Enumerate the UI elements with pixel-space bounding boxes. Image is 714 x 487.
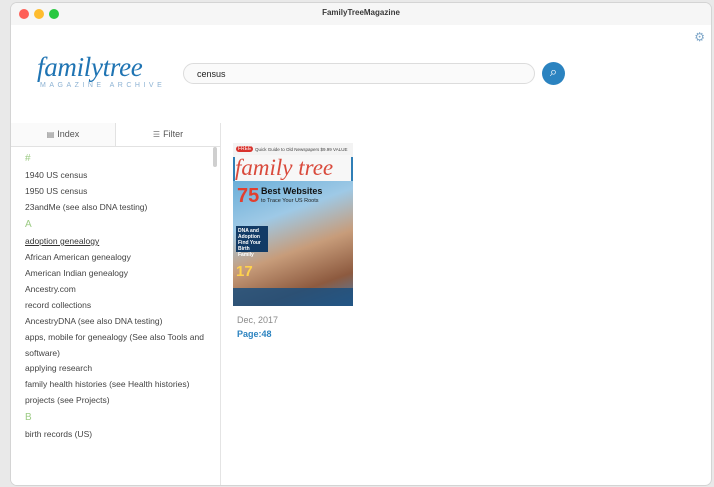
search-icon: ⌕ (549, 65, 558, 80)
index-entry[interactable]: 1950 US census (25, 184, 205, 200)
cover-number: 75 (237, 185, 260, 207)
search-input[interactable]: census (183, 63, 535, 84)
index-entry[interactable]: apps, mobile for genealogy (See also Too… (25, 330, 205, 361)
index-entry[interactable]: Ancestry.com (25, 282, 205, 298)
cover-footer (233, 288, 353, 306)
cover-dna-box: DNA and Adoption Find Your Birth Family (236, 226, 268, 258)
app-header: ⚙ familytree MAGAZINE ARCHIVE census ⌕ (11, 25, 711, 123)
cover-free-badge: FREE (236, 146, 254, 152)
cover-subhead: to Trace Your US Roots (261, 198, 319, 204)
tab-index[interactable]: ▤ Index (11, 123, 116, 146)
index-entry[interactable]: applying research (25, 361, 205, 377)
sidebar-scrollbar[interactable] (213, 147, 217, 167)
cover-number-17: 17 (236, 263, 253, 280)
index-letter-hash: # (25, 153, 31, 164)
title-bar: FamilyTreeMagazine (11, 3, 711, 26)
index-entry[interactable]: African American genealogy (25, 250, 205, 266)
tab-filter-label: Filter (163, 129, 184, 139)
index-entry[interactable]: 23andMe (see also DNA testing) (25, 200, 205, 216)
index-sidebar: ▤ Index ☰ Filter # 1940 US census 1950 US … (11, 123, 221, 485)
index-entry[interactable]: birth records (US) (25, 427, 205, 443)
logo-subtitle: MAGAZINE ARCHIVE (40, 82, 166, 89)
magazine-cover[interactable]: FREE Quick Guide to Old Newspapers $9.99… (233, 143, 353, 306)
index-letter-a: A (25, 219, 32, 230)
app-window: FamilyTreeMagazine ⚙ familytree MAGAZINE… (11, 3, 711, 485)
list-icon: ▤ (46, 130, 55, 139)
window-title: FamilyTreeMagazine (322, 8, 400, 17)
logo-wordmark: familytree (37, 52, 143, 82)
cover-headline: Best Websites (261, 186, 323, 196)
index-entry[interactable]: AncestryDNA (see also DNA testing) (25, 314, 205, 330)
familytree-logo: familytree MAGAZINE ARCHIVE (37, 53, 167, 97)
index-entry[interactable]: family health histories (see Health hist… (25, 377, 205, 393)
index-entry[interactable]: adoption genealogy (25, 234, 205, 250)
index-list: # 1940 US census 1950 US census 23andMe … (25, 150, 205, 443)
search-button[interactable]: ⌕ (542, 62, 565, 85)
sidebar-tabs: ▤ Index ☰ Filter (11, 123, 220, 147)
page-link[interactable]: Page:48 (237, 329, 272, 339)
tab-index-label: Index (57, 129, 80, 139)
cover-title: family tree (235, 155, 351, 181)
gear-icon[interactable]: ⚙ (694, 30, 705, 44)
tab-filter[interactable]: ☰ Filter (116, 123, 220, 146)
issue-date: Dec, 2017 (237, 315, 279, 325)
sliders-icon: ☰ (152, 130, 161, 139)
index-letter-b: B (25, 412, 32, 423)
index-entry[interactable]: record collections (25, 298, 205, 314)
cover-blurb: Quick Guide to Old Newspapers $9.99 VALU… (255, 147, 348, 152)
index-entry[interactable]: projects (see Projects) (25, 393, 205, 409)
index-entry[interactable]: American Indian genealogy (25, 266, 205, 282)
index-entry[interactable]: 1940 US census (25, 168, 205, 184)
